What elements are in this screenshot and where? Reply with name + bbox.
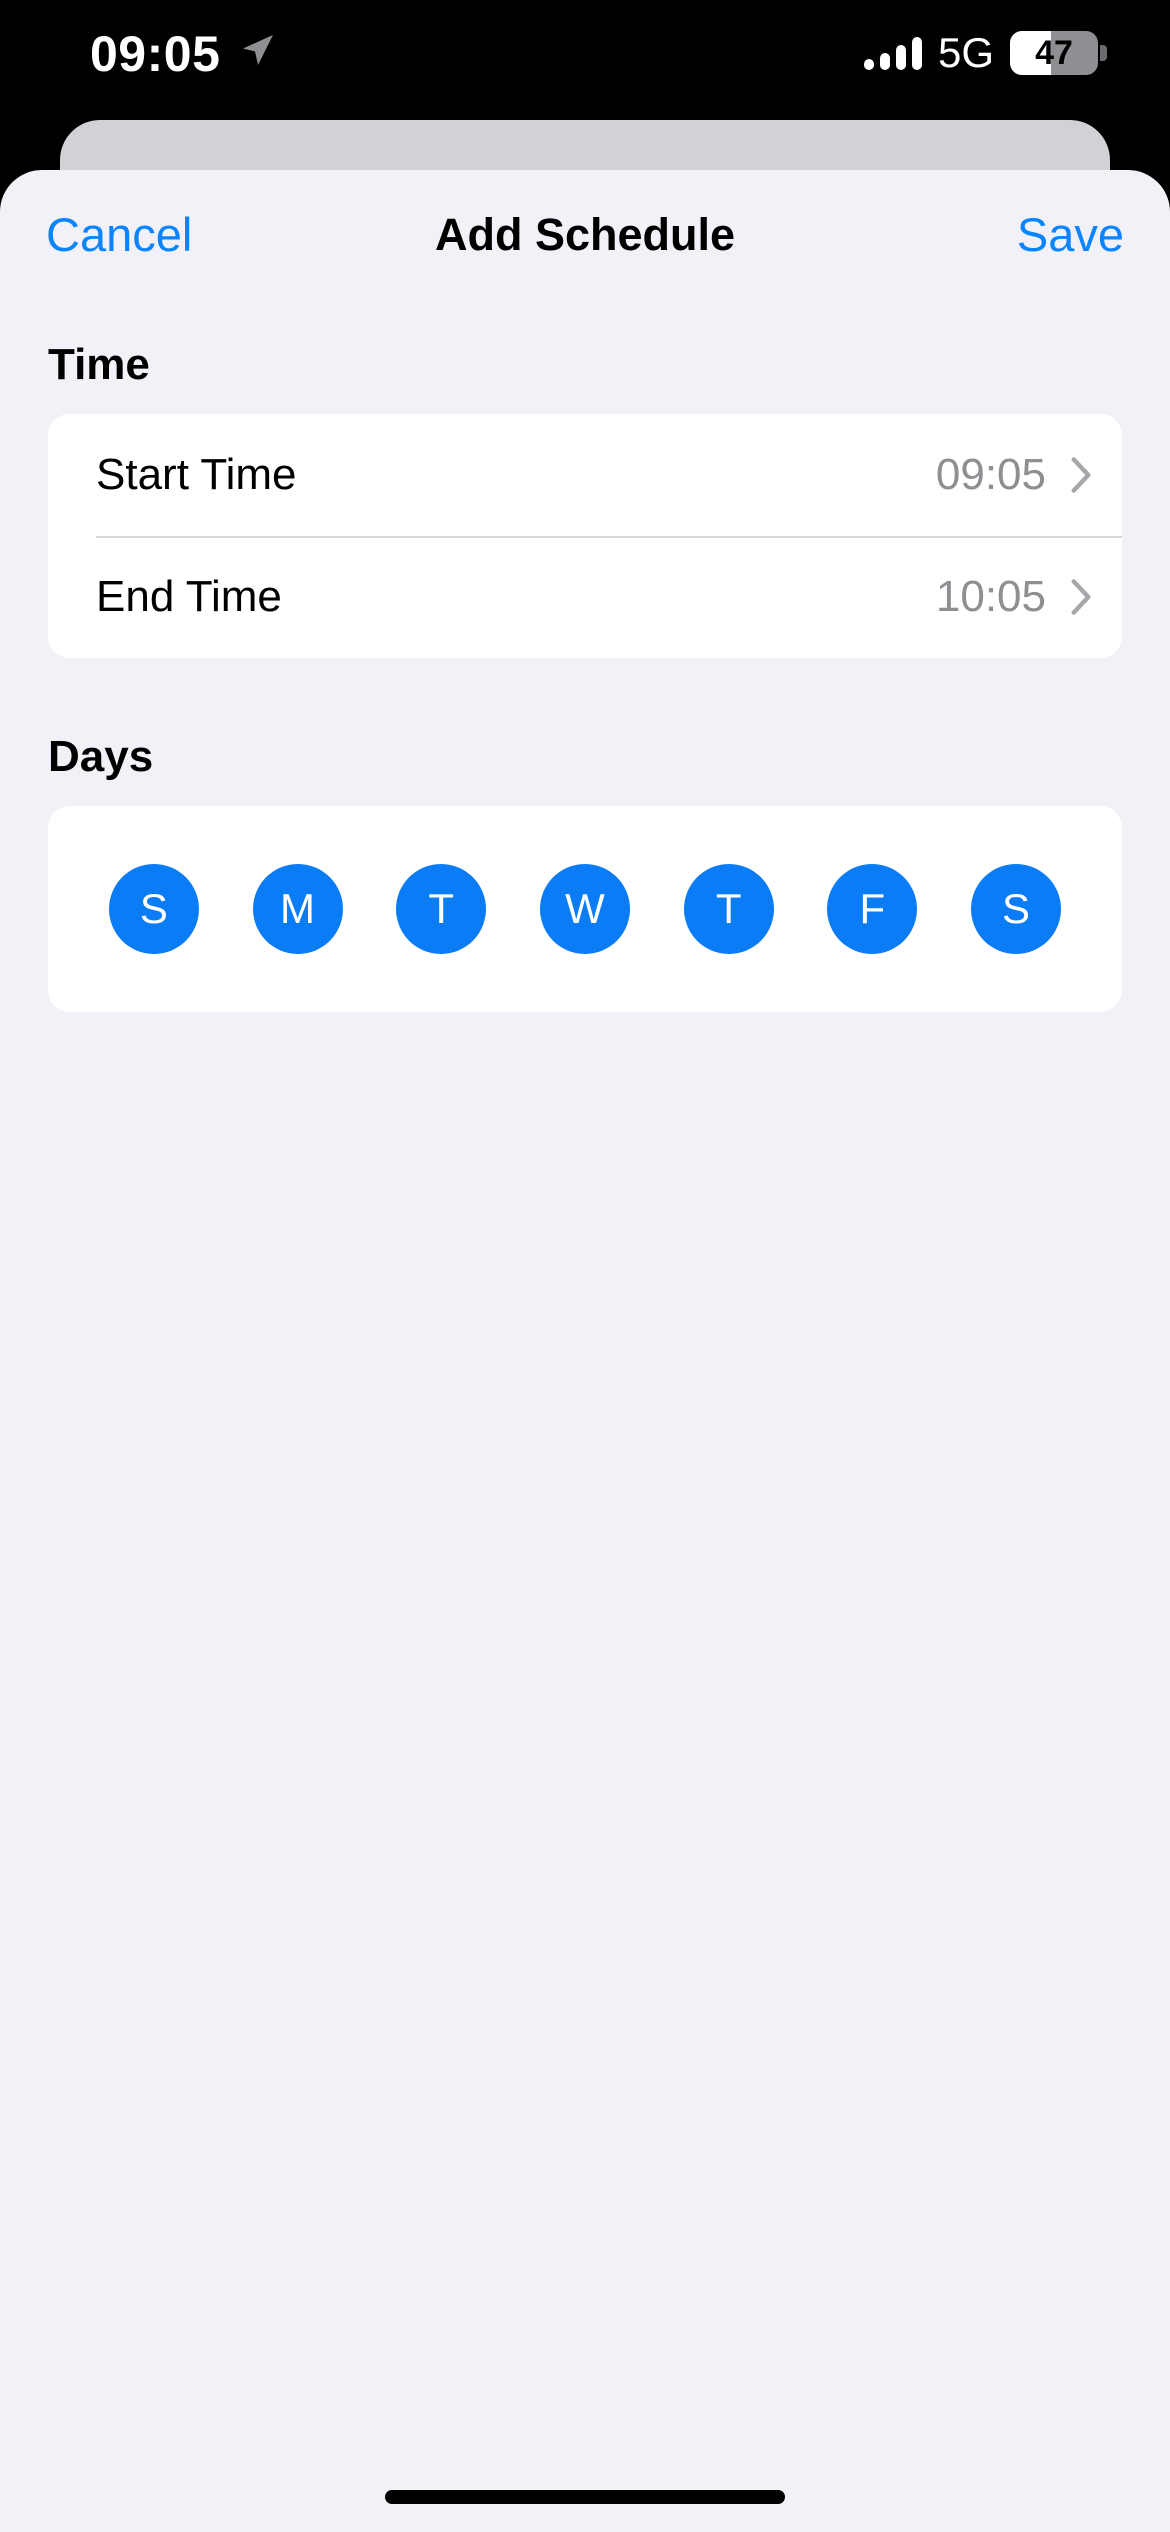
start-time-row[interactable]: Start Time 09:05 [48, 414, 1122, 536]
page-title: Add Schedule [434, 209, 736, 260]
add-schedule-sheet: Cancel Add Schedule Save Time Start Time… [0, 170, 1170, 2532]
home-indicator[interactable] [385, 2490, 785, 2504]
chevron-right-icon [1071, 579, 1091, 615]
status-bar-clock: 09:05 [90, 26, 221, 82]
end-time-value: 10:05 [935, 572, 1046, 621]
start-time-label: Start Time [96, 450, 297, 499]
days-section-header: Days [48, 732, 154, 781]
day-toggle-monday[interactable]: M [252, 864, 343, 954]
status-bar-indicators: 5G 47 [863, 28, 1107, 78]
end-time-row[interactable]: End Time 10:05 [48, 536, 1122, 658]
day-toggle-tuesday[interactable]: T [396, 864, 487, 954]
status-bar: 09:05 5G 47 [0, 0, 1170, 96]
navigation-bar: Cancel Add Schedule Save [0, 170, 1170, 300]
save-button[interactable]: Save [1017, 206, 1124, 264]
phone-screen: 09:05 5G 47 Cancel Add Schedule Save Tim… [0, 0, 1170, 2532]
start-time-value: 09:05 [935, 450, 1046, 499]
battery-cap [1100, 45, 1107, 61]
network-type-label: 5G [937, 29, 994, 76]
day-toggle-wednesday[interactable]: W [539, 864, 630, 954]
day-toggle-sunday[interactable]: S [108, 864, 199, 954]
day-toggle-thursday[interactable]: T [683, 864, 774, 954]
location-arrow-icon [243, 35, 273, 65]
days-card: S M T W T F S [48, 806, 1122, 1012]
day-toggle-friday[interactable]: F [827, 864, 918, 954]
end-time-label: End Time [96, 572, 282, 621]
chevron-right-icon [1071, 457, 1091, 493]
battery-level-label: 47 [1035, 34, 1073, 72]
day-toggle-saturday[interactable]: S [971, 864, 1062, 954]
time-section-header: Time [48, 340, 150, 389]
time-card: Start Time 09:05 End Time 10:05 [48, 414, 1122, 658]
battery-icon: 47 [1010, 31, 1107, 75]
cellular-signal-icon [863, 36, 922, 70]
